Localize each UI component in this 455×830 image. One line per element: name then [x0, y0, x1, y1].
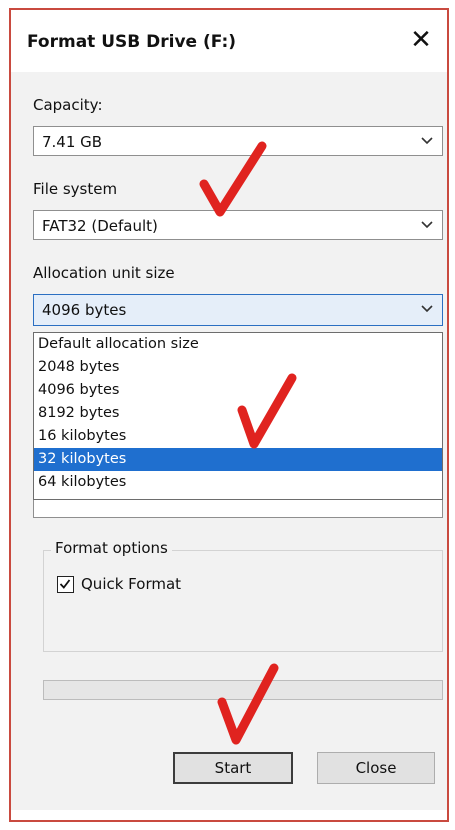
- format-options-label: Format options: [51, 539, 172, 557]
- format-dialog: Format USB Drive (F:) ✕ Capacity: 7.41 G…: [9, 8, 449, 822]
- dropdown-option[interactable]: 16 kilobytes: [34, 425, 442, 448]
- capacity-value: 7.41 GB: [42, 133, 103, 151]
- capacity-select[interactable]: 7.41 GB: [33, 126, 443, 156]
- dropdown-option[interactable]: 8192 bytes: [34, 402, 442, 425]
- dropdown-option[interactable]: 64 kilobytes: [34, 471, 442, 494]
- dropdown-option-selected[interactable]: 32 kilobytes: [34, 448, 442, 471]
- chevron-down-icon: [421, 221, 433, 229]
- dropdown-option[interactable]: Default allocation size: [34, 333, 442, 356]
- allocation-label: Allocation unit size: [33, 264, 175, 282]
- quick-format-label[interactable]: Quick Format: [81, 575, 181, 593]
- allocation-dropdown-list: Default allocation size 2048 bytes 4096 …: [33, 332, 443, 500]
- quick-format-checkbox[interactable]: [57, 576, 74, 593]
- dropdown-option[interactable]: 4096 bytes: [34, 379, 442, 402]
- dropdown-option[interactable]: 2048 bytes: [34, 356, 442, 379]
- file-system-value: FAT32 (Default): [42, 217, 158, 235]
- bottom-strip: [11, 810, 447, 820]
- chevron-down-icon: [421, 137, 433, 145]
- title-bar: Format USB Drive (F:) ✕: [11, 10, 447, 72]
- allocation-list-frame: [33, 500, 443, 518]
- file-system-select[interactable]: FAT32 (Default): [33, 210, 443, 240]
- allocation-value: 4096 bytes: [42, 301, 127, 319]
- close-button[interactable]: Close: [317, 752, 435, 784]
- capacity-label: Capacity:: [33, 96, 103, 114]
- allocation-select[interactable]: 4096 bytes: [33, 294, 443, 326]
- dialog-title: Format USB Drive (F:): [27, 32, 237, 52]
- format-options-group: [43, 550, 443, 652]
- close-icon[interactable]: ✕: [407, 26, 435, 54]
- progress-bar: [43, 680, 443, 700]
- checkmark-icon: [59, 579, 71, 589]
- chevron-down-icon: [421, 305, 433, 313]
- file-system-label: File system: [33, 180, 118, 198]
- start-button[interactable]: Start: [173, 752, 293, 784]
